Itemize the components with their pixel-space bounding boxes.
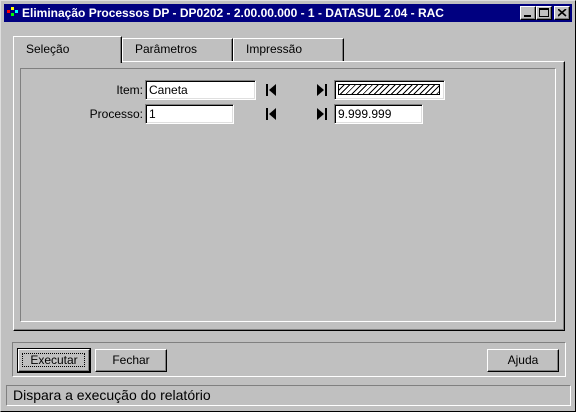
execute-button[interactable]: Executar — [17, 348, 91, 373]
tab-label: Seleção — [26, 42, 70, 56]
close-button[interactable] — [554, 6, 570, 20]
tab-label: Impressão — [246, 42, 303, 56]
title-bar[interactable]: Eliminação Processos DP - DP0202 - 2.00.… — [4, 4, 572, 22]
tab-label: Parâmetros — [135, 42, 198, 56]
selection-frame — [20, 68, 556, 322]
close-dialog-button[interactable]: Fechar — [95, 349, 167, 372]
status-bar: Dispara a execução do relatório — [6, 385, 571, 406]
close-icon — [558, 9, 567, 17]
maximize-button[interactable] — [536, 6, 552, 20]
tab-panel — [13, 61, 565, 331]
tab-selecao[interactable]: Seleção — [13, 36, 122, 63]
window-title: Eliminação Processos DP - DP0202 - 2.00.… — [22, 6, 444, 20]
help-button[interactable]: Ajuda — [487, 349, 559, 372]
tab-parametros[interactable]: Parâmetros — [122, 38, 233, 61]
tab-impressao[interactable]: Impressão — [233, 38, 344, 61]
application-window: Eliminação Processos DP - DP0202 - 2.00.… — [0, 0, 576, 412]
app-icon — [7, 7, 18, 16]
focus-rect — [22, 353, 85, 367]
minimize-button[interactable] — [520, 6, 536, 20]
